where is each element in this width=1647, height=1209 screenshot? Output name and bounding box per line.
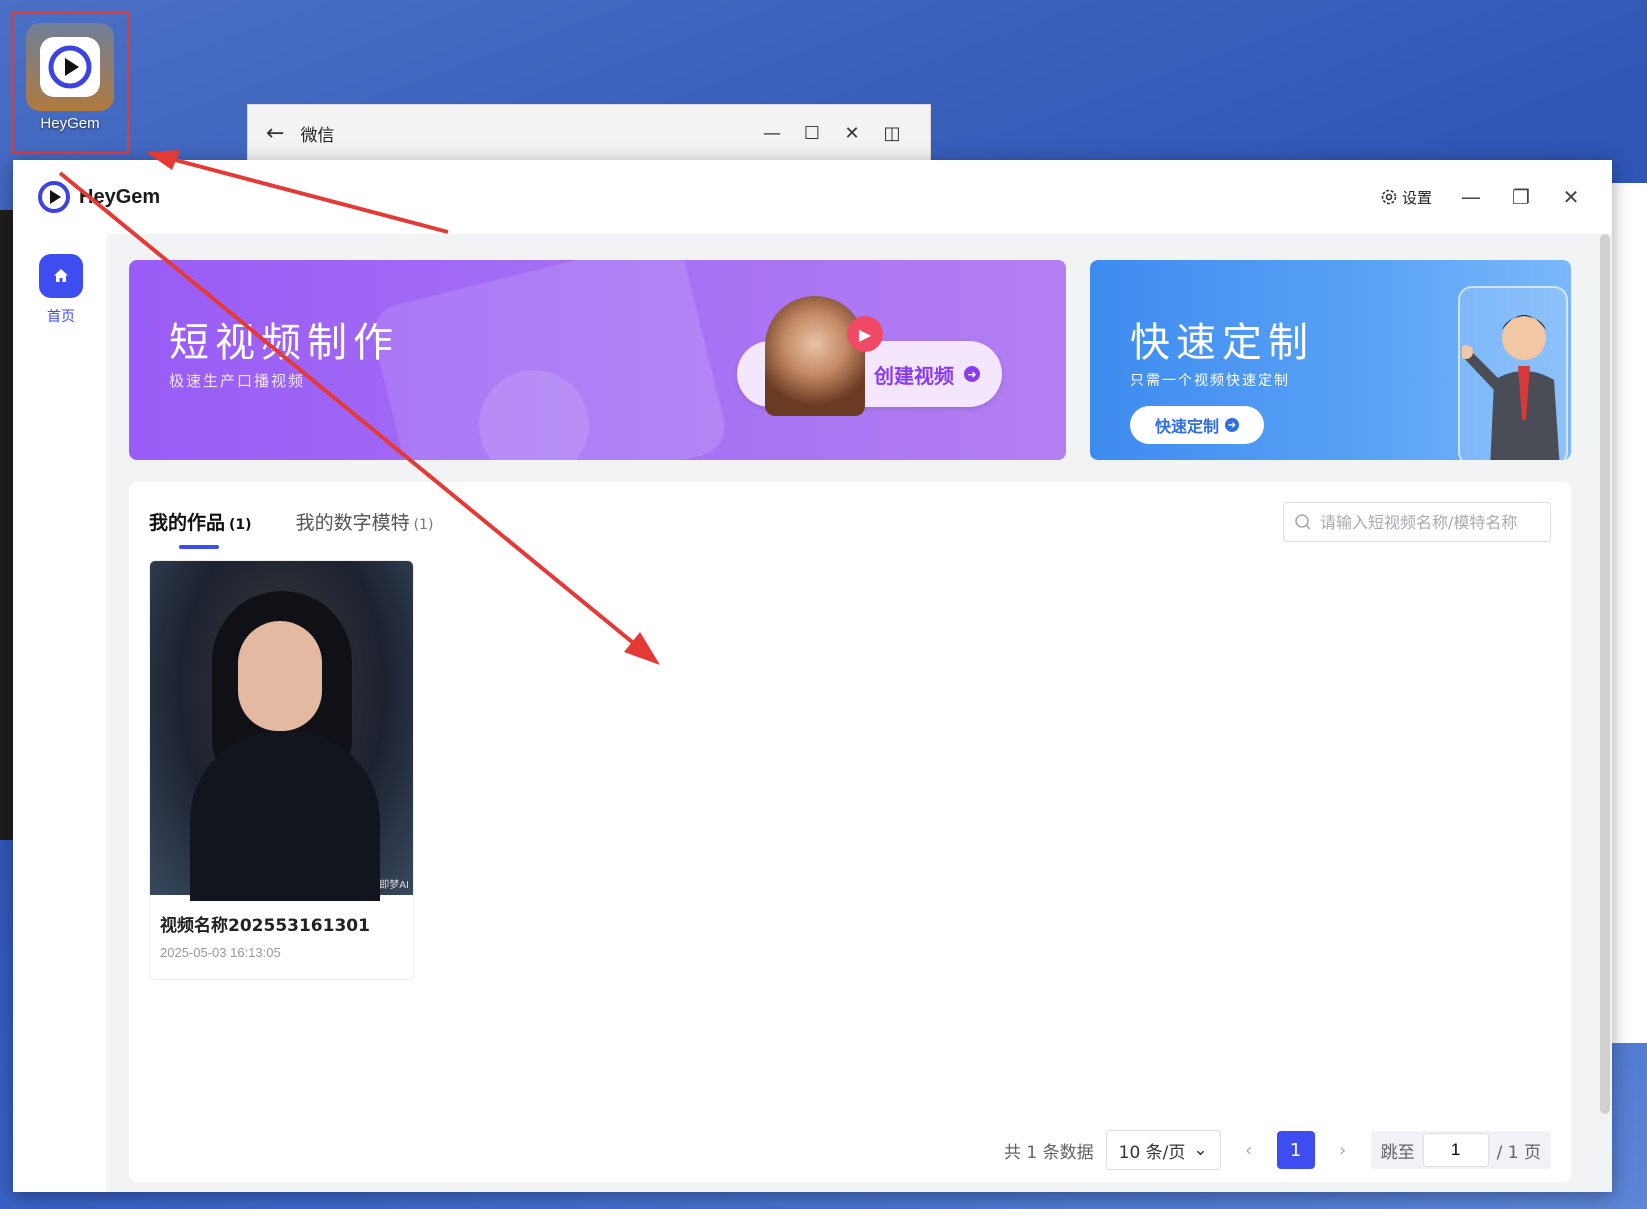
app-brand-name: HeyGem [79,185,161,208]
minimize-button[interactable]: — [1460,185,1482,209]
chevron-down-icon: ⌄ [1193,1140,1208,1160]
close-icon[interactable]: ✕ [832,123,872,144]
banner-subtitle: 极速生产口播视频 [169,372,306,390]
jump-label: 跳至 [1380,1142,1415,1163]
works-panel: 我的作品(1) 我的数字模特(1) 即梦AI [129,482,1571,1182]
banner-title: 快速定制 [1130,320,1314,366]
page-size-value: 10 条/页 [1118,1142,1186,1163]
quick-custom-label: 快速定制 [1154,417,1219,436]
gear-icon [1381,189,1397,205]
maximize-icon[interactable]: ☐ [792,123,832,144]
settings-label: 设置 [1401,188,1432,207]
tab-my-digital-models[interactable]: 我的数字模特 (1) [296,508,434,549]
jump-page-input[interactable] [1422,1133,1489,1167]
side-panel-icon[interactable]: ◫ [872,123,912,144]
arrow-right-icon: ➜ [1225,418,1239,432]
work-timestamp: 2025-05-03 16:13:05 [160,945,281,960]
back-arrow-icon[interactable]: ← [266,121,284,146]
minimize-icon[interactable]: — [752,123,792,144]
tab-count: (1) [229,517,252,533]
sidebar: 首页 [13,234,108,1192]
app-brand: HeyGem [37,180,160,214]
heygem-app-window: HeyGem 设置 — ❐ ✕ 首页 短视频制作 极速生产口播视频 创建视频 ➜… [13,160,1612,1192]
desktop-icon-label: HeyGem [40,115,100,132]
desktop-heygem-shortcut[interactable]: HeyGem [11,11,129,154]
works-tabs: 我的作品 (1) 我的数字模特 (1) [149,508,433,549]
total-pages: / 1 页 [1496,1142,1541,1163]
total-count: 共 1 条数据 [1004,1142,1094,1163]
main-content: 短视频制作 极速生产口播视频 创建视频 ➜ ▶ 快速定制 只需一个视频快速定制 … [109,234,1612,1192]
heygem-logo-icon [38,181,70,213]
background-window-edge [0,210,14,840]
sidebar-item-label: 首页 [47,309,75,325]
create-video-label: 创建视频 [874,363,954,388]
page-number-current[interactable]: 1 [1276,1131,1315,1169]
search-input[interactable] [1320,512,1540,532]
banner-title: 短视频制作 [169,320,399,366]
model-portrait-image [765,296,865,416]
next-page-button[interactable]: › [1327,1140,1359,1161]
quick-custom-button[interactable]: 快速定制 ➜ [1130,406,1264,444]
banner-subtitle: 只需一个视频快速定制 [1130,373,1290,389]
wechat-window-titlebar: ← 微信 — ☐ ✕ ◫ [247,104,931,162]
arrow-right-icon: ➜ [964,366,980,382]
tab-count: (1) [413,517,434,533]
play-icon: ▶ [847,316,883,352]
close-button[interactable]: ✕ [1560,185,1582,209]
search-box [1283,502,1551,542]
vertical-scrollbar[interactable] [1600,234,1610,1114]
heygem-app-icon [26,23,114,111]
work-name: 视频名称202553161301 [160,916,370,936]
portrait-face [238,621,322,731]
page-jump: 跳至 / 1 页 [1370,1131,1551,1169]
work-thumbnail-image: 即梦AI [150,561,413,901]
pagination: 共 1 条数据 10 条/页 ⌄ ‹ 1 › 跳至 / 1 页 [1004,1130,1551,1170]
wechat-window-title: 微信 [300,125,335,146]
page-size-select[interactable]: 10 条/页 ⌄ [1105,1130,1221,1170]
tab-my-works[interactable]: 我的作品 (1) [149,508,252,549]
work-card[interactable]: 即梦AI 视频名称202553161301 2025-05-03 16:13:0… [149,560,414,980]
background-window-edge-right [1607,183,1647,1043]
app-titlebar: HeyGem 设置 — ❐ ✕ [13,160,1612,234]
sidebar-item-home[interactable]: 首页 [37,254,85,326]
portrait-body [190,731,380,901]
tab-label: 我的作品 [149,512,226,534]
home-icon [39,254,83,298]
restore-button[interactable]: ❐ [1510,185,1532,209]
tab-label: 我的数字模特 [295,512,410,534]
search-icon [1295,514,1311,530]
avatar-man-illustration [1462,315,1560,460]
short-video-banner[interactable]: 短视频制作 极速生产口播视频 创建视频 ➜ ▶ [129,260,1066,460]
prev-page-button[interactable]: ‹ [1233,1140,1265,1161]
watermark-text: 即梦AI [379,880,409,891]
quick-custom-banner[interactable]: 快速定制 只需一个视频快速定制 快速定制 ➜ [1090,260,1571,460]
settings-button[interactable]: 设置 [1380,187,1432,208]
